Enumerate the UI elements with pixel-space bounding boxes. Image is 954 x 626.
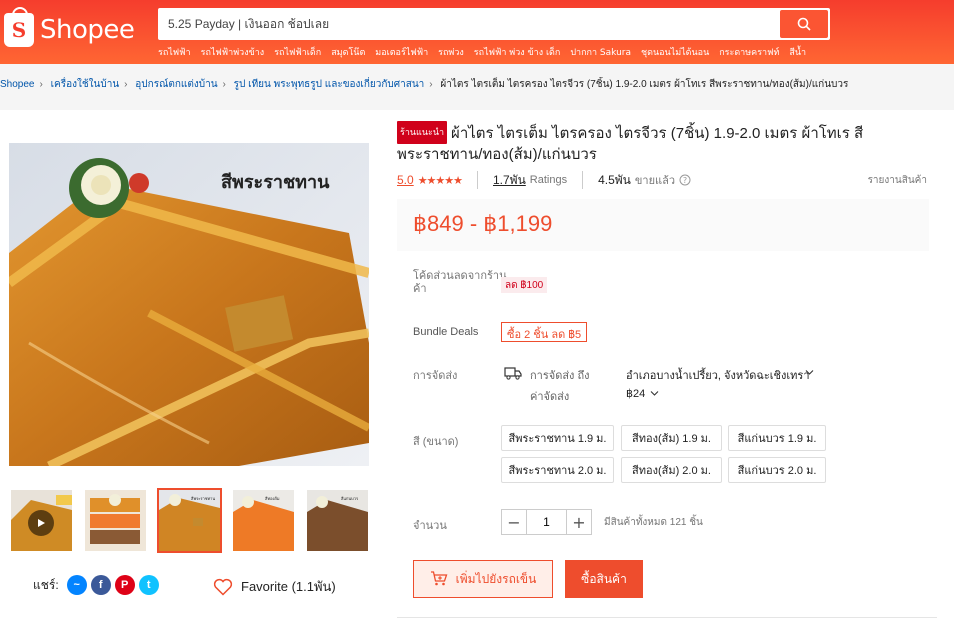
search-input[interactable] — [162, 10, 772, 38]
help-icon[interactable]: ? — [679, 174, 691, 186]
thumbnail[interactable]: สีทองส้ม — [231, 488, 296, 553]
add-to-cart-label: เพิ่มไปยังรถเข็น — [455, 571, 537, 586]
thumbnail-image — [85, 490, 146, 551]
share-row: แชร์: ~ f P t — [33, 575, 159, 595]
hot-word[interactable]: ชุดนอนไม่ได้นอน — [641, 45, 709, 59]
bundle-deal-tag[interactable]: ซื้อ 2 ชิ้น ลด ฿5 — [501, 322, 588, 342]
hot-word[interactable]: รถไฟฟ้าเด็ก — [274, 45, 321, 59]
hot-word[interactable]: สีน้ำ — [789, 45, 806, 59]
ship-to-location[interactable]: อำเภอบางน้ำเปรี้ยว, จังหวัดฉะเชิงเทรา — [626, 366, 810, 384]
cart-plus-icon — [430, 571, 448, 586]
quantity-stepper: − + — [501, 509, 592, 535]
voucher-label: โค้ดส่วนลดจากร้าน ค้า — [413, 270, 507, 295]
breadcrumb-item[interactable]: อุปกรณ์ตกแต่งบ้าน — [135, 79, 217, 90]
variation-option[interactable]: สีทอง(ส้ม) 1.9 ม. — [621, 425, 722, 451]
variation-option[interactable]: สีพระราชทาน 1.9 ม. — [501, 425, 614, 451]
breadcrumb-current: ผ้าไตร ไตรเต็ม ไตรครอง ไตรจีวร (7ชิ้น) 1… — [440, 79, 849, 90]
svg-text:?: ? — [683, 176, 687, 185]
play-icon — [28, 510, 54, 536]
search-bar — [158, 8, 830, 40]
breadcrumb-item[interactable]: รูป เทียน พระพุทธรูป และของเกี่ยวกับศาสน… — [234, 79, 425, 90]
hot-word[interactable]: กระดาษคราฟท์ — [719, 45, 779, 59]
report-link[interactable]: รายงานสินค้า — [868, 173, 927, 188]
hot-search-words: รถไฟฟ้า รถไฟฟ้าพ่วงข้าง รถไฟฟ้าเด็ก สมุด… — [158, 45, 806, 59]
thumbnail-caption: สีพระราชทาน — [191, 496, 216, 501]
product-photo: สีพระราชทาน — [9, 143, 369, 466]
variation-option[interactable]: สีแก่นบวร 1.9 ม. — [728, 425, 826, 451]
hot-word[interactable]: สมุดโน๊ต — [331, 45, 365, 59]
add-to-cart-button[interactable]: เพิ่มไปยังรถเข็น — [413, 560, 553, 598]
voucher-tag[interactable]: ลด ฿100 — [501, 277, 548, 293]
thumbnail-image — [233, 490, 294, 551]
quantity-label: จำนวน — [413, 520, 447, 532]
ratings-label: Ratings — [529, 174, 568, 186]
shopee-logo[interactable]: S Shopee — [4, 7, 135, 50]
shipping-label: การจัดส่ง — [413, 370, 458, 382]
buy-now-button[interactable]: ซื้อสินค้า — [565, 560, 643, 598]
product-title-text: ผ้าไตร ไตรเต็ม ไตรครอง ไตรจีวร (7ชิ้น) 1… — [397, 125, 864, 163]
shopee-bag-icon: S — [4, 7, 34, 47]
ship-fee-value[interactable]: ฿24 — [626, 387, 645, 400]
favorite-button[interactable]: Favorite (1.1พัน) — [213, 576, 336, 597]
stock-text: มีสินค้าทั้งหมด 121 ชิ้น — [604, 517, 703, 528]
hot-word[interactable]: รถไฟฟ้า พ่วง ข้าง เด็ก — [474, 45, 561, 59]
preferred-badge: ร้านแนะนำ — [397, 121, 448, 144]
thumbnail-video[interactable] — [9, 488, 74, 553]
hot-word[interactable]: รถไฟฟ้า — [158, 45, 191, 59]
messenger-icon[interactable]: ~ — [66, 575, 87, 595]
price-box: ฿849 - ฿1,199 — [397, 199, 929, 251]
hot-word[interactable]: รถไฟฟ้าพ่วงข้าง — [201, 45, 265, 59]
rating-value[interactable]: 5.0 — [397, 173, 414, 187]
ship-fee-label: ค่าจัดส่ง — [530, 391, 570, 403]
hot-word[interactable]: มอเตอร์ไฟฟ้า — [375, 45, 428, 59]
search-button[interactable] — [780, 10, 828, 38]
thumbnail-active[interactable]: สีพระราชทาน — [157, 488, 222, 553]
star-icons: ★★★★★ — [417, 174, 463, 187]
image-caption: สีพระราชทาน — [221, 172, 330, 193]
search-icon — [797, 17, 811, 31]
twitter-icon[interactable]: t — [138, 575, 159, 595]
bundle-label: Bundle Deals — [413, 326, 479, 338]
decrement-button[interactable]: − — [502, 510, 526, 534]
price-range: ฿849 - ฿1,199 — [413, 211, 553, 236]
variation-label: สี (ขนาด) — [413, 436, 459, 448]
ship-to-label: การจัดส่ง ถึง — [530, 370, 590, 382]
truck-icon — [504, 367, 522, 380]
thumbnail-caption: สีแก่นบวร — [341, 496, 359, 501]
logo-text: Shopee — [40, 15, 135, 45]
quantity-input[interactable] — [526, 510, 567, 534]
rating-row: 5.0 ★★★★★ 1.7พัน Ratings 4.5พัน ขายแล้ว … — [397, 171, 927, 190]
breadcrumb: Shopee › เครื่องใช้ในบ้าน › อุปกรณ์ตกแต่งบ… — [0, 79, 849, 90]
chevron-down-icon[interactable] — [650, 390, 659, 397]
share-label: แชร์: — [33, 577, 59, 592]
thumbnail[interactable]: สีแก่นบวร — [305, 488, 370, 553]
increment-button[interactable]: + — [567, 510, 591, 534]
variation-option[interactable]: สีแก่นบวร 2.0 ม. — [728, 457, 826, 483]
facebook-icon[interactable]: f — [90, 575, 111, 595]
thumbnail-image — [307, 490, 368, 551]
favorite-label: Favorite (1.1พัน) — [241, 579, 336, 594]
product-title: ร้านแนะนำ ผ้าไตร ไตรเต็ม ไตรครอง ไตรจีวร … — [397, 121, 927, 165]
heart-icon — [213, 578, 233, 596]
thumbnail-strip: สีพระราชทาน สีทองส้ม สีแก่นบวร — [9, 488, 370, 553]
divider — [397, 617, 937, 618]
variation-option[interactable]: สีพระราชทาน 2.0 ม. — [501, 457, 614, 483]
thumbnail-caption: สีทองส้ม — [265, 496, 280, 501]
sold-count: 4.5พัน — [598, 172, 631, 187]
variation-option[interactable]: สีทอง(ส้ม) 2.0 ม. — [621, 457, 722, 483]
hot-word[interactable]: รถพ่วง — [438, 45, 464, 59]
chevron-down-icon[interactable] — [805, 369, 814, 376]
product-panel: สีพระราชทาน สีพระราชทาน สีทองส้ม สีแก่นบ… — [0, 110, 954, 626]
pinterest-icon[interactable]: P — [114, 575, 135, 595]
top-header: S Shopee รถไฟฟ้า รถไฟฟ้าพ่วงข้าง รถไฟฟ้า… — [0, 0, 954, 64]
ratings-count[interactable]: 1.7พัน — [493, 171, 526, 190]
sold-label: ขายแล้ว — [634, 175, 676, 187]
hot-word[interactable]: ปากกา Sakura — [570, 45, 631, 59]
breadcrumb-item[interactable]: Shopee — [0, 79, 34, 90]
product-main-image[interactable]: สีพระราชทาน — [9, 143, 369, 466]
thumbnail[interactable] — [83, 488, 148, 553]
breadcrumb-item[interactable]: เครื่องใช้ในบ้าน — [51, 79, 120, 90]
